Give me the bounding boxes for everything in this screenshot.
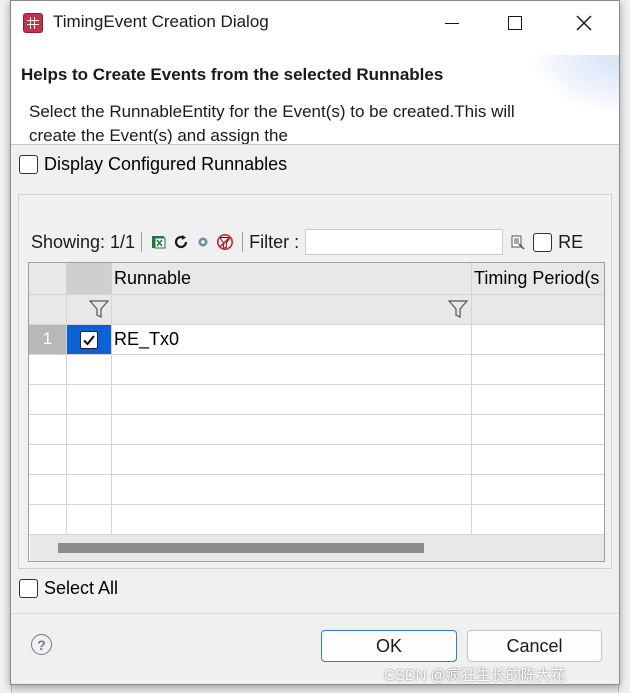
horizontal-scrollbar[interactable] [30, 535, 604, 561]
timing-period-cell[interactable] [472, 325, 604, 355]
empty-cell [67, 355, 112, 385]
excel-export-icon[interactable] [150, 233, 168, 251]
empty-cell [112, 505, 472, 535]
filter-funnel-icon[interactable] [448, 300, 468, 318]
header-decoration [529, 55, 619, 115]
help-icon[interactable]: ? [31, 634, 52, 655]
empty-cell [472, 415, 604, 445]
ok-button[interactable]: OK [321, 630, 457, 662]
empty-cell [112, 385, 472, 415]
window-title: TimingEvent Creation Dialog [53, 12, 269, 31]
title-bar: TimingEvent Creation Dialog [11, 1, 619, 45]
row-select-cell[interactable] [67, 325, 112, 355]
re-label: RE [558, 231, 584, 252]
empty-cell [112, 355, 472, 385]
filter-input[interactable] [305, 229, 504, 255]
watermark: CSDN @疯狂生长的陈大花 [384, 667, 566, 684]
checkmark-icon [83, 334, 95, 345]
empty-cell [67, 385, 112, 415]
minimize-button[interactable] [429, 1, 475, 45]
empty-rownum [29, 355, 67, 385]
header-select-column[interactable] [67, 263, 112, 295]
table-toolbar: Showing: 1/1 Filter : RE [31, 228, 611, 256]
row-number[interactable]: 1 [29, 325, 67, 355]
select-all-label: Select All [44, 578, 119, 598]
empty-cell [472, 445, 604, 475]
toolbar-separator [242, 232, 244, 252]
maximize-icon [508, 16, 522, 30]
runnables-group: Showing: 1/1 Filter : RE Runnable Timing… [18, 194, 612, 569]
select-all-checkbox[interactable] [19, 579, 38, 598]
empty-rownum [29, 445, 67, 475]
empty-cell [67, 445, 112, 475]
close-button[interactable] [561, 1, 607, 45]
close-icon [576, 15, 592, 31]
filter-cell-timing-period[interactable] [472, 295, 604, 325]
refresh-icon[interactable] [172, 233, 190, 251]
re-checkbox[interactable] [533, 232, 553, 252]
toolbar-separator [141, 232, 143, 252]
column-header-timing-period[interactable]: Timing Period(s [472, 263, 604, 295]
display-configured-checkbox[interactable] [19, 155, 38, 174]
empty-cell [67, 505, 112, 535]
empty-rownum [29, 415, 67, 445]
empty-rownum [29, 505, 67, 535]
filter-cell-runnable[interactable] [112, 295, 472, 325]
header-title: Helps to Create Events from the selected… [21, 65, 444, 84]
runnable-cell[interactable]: RE_Tx0 [112, 325, 472, 355]
dialog-header: Helps to Create Events from the selected… [11, 45, 619, 145]
filter-row-rownum [29, 295, 67, 325]
runnables-table: Runnable Timing Period(s 1 RE_Tx0 [28, 262, 605, 562]
filter-funnel-icon[interactable] [89, 300, 109, 318]
display-configured-label: Display Configured Runnables [44, 154, 288, 174]
empty-cell [67, 475, 112, 505]
empty-cell [472, 355, 604, 385]
empty-cell [67, 415, 112, 445]
timing-event-dialog: TimingEvent Creation Dialog Helps to Cre… [10, 0, 620, 685]
empty-cell [472, 475, 604, 505]
empty-cell [112, 445, 472, 475]
settings-icon[interactable] [194, 233, 212, 251]
empty-rownum [29, 385, 67, 415]
row-checkbox[interactable] [80, 330, 98, 349]
header-description: Select the RunnableEntity for the Event(… [29, 102, 515, 145]
showing-count: Showing: 1/1 [31, 231, 136, 252]
filter-label: Filter : [249, 231, 300, 252]
filter-options-icon[interactable] [509, 233, 527, 251]
footer-divider [11, 613, 619, 614]
maximize-button[interactable] [492, 1, 538, 45]
select-all-option[interactable]: Select All [19, 578, 118, 599]
empty-cell [112, 415, 472, 445]
scrollbar-thumb[interactable] [58, 543, 424, 553]
empty-rownum [29, 475, 67, 505]
empty-cell [472, 505, 604, 535]
column-header-runnable[interactable]: Runnable [112, 263, 472, 295]
cancel-button[interactable]: Cancel [467, 630, 602, 662]
filter-cell-select[interactable] [67, 295, 112, 325]
display-configured-option[interactable]: Display Configured Runnables [19, 154, 287, 175]
minimize-icon [445, 22, 459, 24]
app-icon [23, 13, 43, 33]
clear-filter-icon[interactable] [216, 233, 234, 251]
empty-cell [112, 475, 472, 505]
header-corner [29, 263, 67, 295]
empty-cell [472, 385, 604, 415]
